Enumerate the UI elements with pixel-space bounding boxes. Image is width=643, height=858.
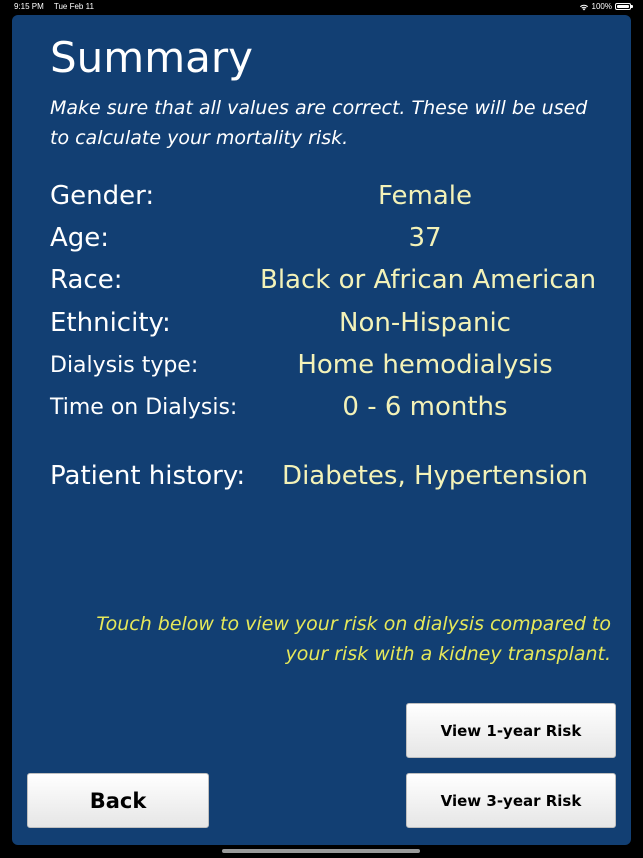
race-label: Race: <box>50 265 123 295</box>
status-time: 9:15 PM <box>14 2 44 11</box>
status-bar: 9:15 PM Tue Feb 11 100% <box>0 0 643 14</box>
age-value: 37 <box>408 223 442 253</box>
back-button[interactable]: Back <box>27 773 209 828</box>
battery-icon <box>615 3 633 10</box>
battery-percent: 100% <box>591 2 612 11</box>
race-value: Black or African American <box>260 265 597 295</box>
age-label: Age: <box>50 223 110 253</box>
patient-history-label: Patient history: <box>50 461 246 491</box>
ethnicity-value: Non-Hispanic <box>339 308 511 338</box>
gender-label: Gender: <box>50 181 155 211</box>
wifi-icon <box>579 4 588 10</box>
home-indicator <box>222 849 420 853</box>
summary-panel: Summary Make sure that all values are co… <box>12 15 631 845</box>
dialysis-type-label: Dialysis type: <box>50 353 199 378</box>
status-date: Tue Feb 11 <box>53 2 94 11</box>
hint-text: Touch below to view your risk on dialysi… <box>96 613 611 665</box>
instructions-text: Make sure that all values are correct. T… <box>50 97 588 149</box>
dialysis-type-value: Home hemodialysis <box>297 350 553 380</box>
time-on-dialysis-label: Time on Dialysis: <box>50 395 238 420</box>
view-3-year-risk-button[interactable]: View 3-year Risk <box>406 773 616 828</box>
battery-fill <box>617 5 629 8</box>
status-left: 9:15 PM Tue Feb 11 <box>14 2 102 11</box>
page-title: Summary <box>50 33 253 82</box>
patient-history-value: Diabetes, Hypertension <box>282 461 588 491</box>
gender-value: Female <box>377 181 472 211</box>
view-1-year-risk-button[interactable]: View 1-year Risk <box>406 703 616 758</box>
time-on-dialysis-value: 0 - 6 months <box>342 392 508 422</box>
status-right: 100% <box>579 2 633 11</box>
ethnicity-label: Ethnicity: <box>50 308 171 338</box>
